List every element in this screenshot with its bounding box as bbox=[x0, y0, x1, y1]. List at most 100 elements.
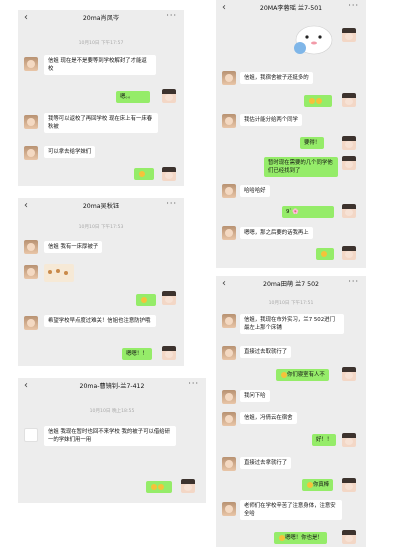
contact-avatar[interactable] bbox=[222, 457, 236, 471]
message-bubble-outgoing[interactable]: 嗯。。 bbox=[116, 91, 150, 103]
emoji-message[interactable] bbox=[316, 248, 334, 260]
emoji-message[interactable] bbox=[134, 168, 154, 180]
chat-title: 20ma肖凤岑 bbox=[82, 15, 120, 22]
contact-avatar[interactable] bbox=[222, 314, 236, 328]
chat-title: 20ma-曹镜钊-兰7-412 bbox=[79, 383, 145, 390]
message-bubble-incoming[interactable]: 信姐 现在是不是要等到学校解封了才能返校 bbox=[44, 55, 156, 75]
message-bubble-outgoing[interactable]: 嗯嗯！你也是！ bbox=[274, 532, 327, 544]
smile-emoji-icon bbox=[306, 481, 313, 488]
contact-avatar[interactable] bbox=[222, 114, 236, 128]
contact-avatar[interactable] bbox=[222, 502, 236, 516]
message-bubble-outgoing[interactable]: 你真棒 bbox=[302, 479, 334, 491]
emoji-message[interactable] bbox=[146, 481, 172, 493]
contact-avatar[interactable] bbox=[24, 265, 38, 279]
self-avatar[interactable] bbox=[342, 367, 356, 381]
self-avatar[interactable] bbox=[342, 246, 356, 260]
self-avatar[interactable] bbox=[342, 530, 356, 544]
chat-header: ‹ 20ma肖凤岑 ··· bbox=[18, 10, 184, 28]
contact-avatar[interactable] bbox=[222, 184, 236, 198]
message-text: 嗯嗯！你也是！ bbox=[285, 535, 323, 541]
smile-emoji-icon bbox=[320, 250, 327, 257]
self-avatar[interactable] bbox=[162, 291, 176, 305]
message-bubble-incoming[interactable]: 信姐 我有一床厚被子 bbox=[44, 241, 103, 253]
message-bubble-incoming[interactable]: 我等可以返校了再回学校 现在床上有一床春秋被 bbox=[44, 113, 158, 133]
message-bubble-incoming[interactable]: 我估计能分给两个同学 bbox=[240, 114, 302, 126]
self-avatar[interactable] bbox=[342, 204, 356, 218]
chat-panel-1: ‹ 20ma肖凤岑 ··· 10月10日 下午17:57 信姐 现在是不是要等到… bbox=[18, 10, 184, 186]
self-avatar[interactable] bbox=[342, 156, 356, 170]
message-bubble-outgoing[interactable]: 暂时现在需要的几个同学他们已经找到了 bbox=[264, 157, 338, 177]
message-bubble-outgoing[interactable]: 嗯嗯！！ bbox=[122, 348, 152, 360]
self-avatar[interactable] bbox=[162, 89, 176, 103]
smile-emoji-icon bbox=[278, 534, 285, 541]
emoji-message[interactable] bbox=[136, 294, 156, 306]
emoji-message[interactable] bbox=[304, 95, 332, 107]
message-bubble-incoming[interactable]: 信姐，我宿舍被子还挺多的 bbox=[240, 72, 313, 84]
self-avatar[interactable] bbox=[342, 433, 356, 447]
message-text: 你真棒 bbox=[313, 482, 330, 488]
message-timestamp: 10月10日 下午17:51 bbox=[268, 301, 314, 306]
message-bubble-incoming[interactable]: 老师们在学校辛苦了注意身体，注意安全哈 bbox=[240, 500, 342, 520]
chat-header: ‹ 20ma吴秋钰 ··· bbox=[18, 198, 184, 216]
message-bubble-incoming[interactable]: 哈哈哈好 bbox=[240, 185, 270, 197]
message-bubble-outgoing[interactable]: 你们寝室有人不 bbox=[276, 369, 329, 381]
contact-avatar[interactable] bbox=[222, 226, 236, 240]
contact-avatar[interactable] bbox=[222, 412, 236, 426]
more-dots-icon[interactable]: ··· bbox=[188, 379, 199, 388]
self-avatar[interactable] bbox=[342, 93, 356, 107]
chat-panel-3: ‹ 20ma-曹镜钊-兰7-412 ··· 10月10日 晚上18:55 信姐 … bbox=[18, 378, 206, 503]
message-bubble-outgoing[interactable]: 好！！ bbox=[312, 434, 337, 446]
smile-emoji-icon bbox=[138, 170, 145, 177]
cartoon-sticker-message[interactable] bbox=[290, 14, 338, 56]
chat-panel-2: ‹ 20ma吴秋钰 ··· 10月10日 下午17:53 信姐 我有一床厚被子 … bbox=[18, 198, 184, 366]
image-message[interactable] bbox=[44, 264, 74, 282]
message-bubble-incoming[interactable]: 直接过去拿就行了 bbox=[240, 457, 292, 469]
message-bubble-outgoing[interactable]: 要得！ bbox=[300, 137, 325, 149]
contact-avatar[interactable] bbox=[24, 240, 38, 254]
smile-emoji-icon bbox=[280, 371, 287, 378]
message-text: 你们寝室有人不 bbox=[287, 372, 325, 378]
image-detail bbox=[48, 270, 52, 274]
smile-emoji-icon bbox=[140, 296, 147, 303]
contact-avatar[interactable] bbox=[222, 390, 236, 404]
chat-title: 20ma吴秋钰 bbox=[82, 203, 120, 210]
contact-avatar[interactable] bbox=[222, 71, 236, 85]
smile-emoji-icon bbox=[157, 483, 164, 490]
more-dots-icon[interactable]: ··· bbox=[348, 277, 359, 286]
message-bubble-incoming[interactable]: 希望学校早点度过难关！信姐也注意防护哦 bbox=[44, 315, 156, 327]
chat-title: 20MA李蓉瑶 兰7-501 bbox=[259, 5, 323, 12]
message-bubble-incoming[interactable]: 可以拿去给学妹们 bbox=[44, 146, 96, 158]
message-bubble-incoming[interactable]: 直接过去取就行了 bbox=[240, 346, 292, 358]
smile-emoji-icon bbox=[308, 97, 315, 104]
contact-avatar[interactable] bbox=[222, 346, 236, 360]
message-bubble-outgoing[interactable]: 9`🌸 bbox=[282, 206, 334, 218]
contact-avatar[interactable] bbox=[24, 115, 38, 129]
self-avatar[interactable] bbox=[342, 136, 356, 150]
more-dots-icon[interactable]: ··· bbox=[348, 1, 359, 10]
message-bubble-incoming[interactable]: 信姐 我现在暂时也回不来学校 我的被子可以借给研一的学妹们用一用 bbox=[44, 426, 176, 446]
message-bubble-incoming[interactable]: 信姐，我现在市外实习，兰7 502进门最左上那个床铺 bbox=[240, 314, 344, 334]
more-dots-icon[interactable]: ··· bbox=[166, 199, 177, 208]
contact-avatar[interactable] bbox=[24, 316, 38, 330]
self-avatar[interactable] bbox=[342, 478, 356, 492]
message-timestamp: 10月10日 晚上18:55 bbox=[89, 409, 135, 414]
chat-title: 20ma田萌 兰7 502 bbox=[263, 281, 319, 288]
message-timestamp: 10月10日 下午17:53 bbox=[78, 225, 124, 230]
image-detail bbox=[56, 269, 60, 273]
chat-header: ‹ 20ma田萌 兰7 502 ··· bbox=[216, 276, 366, 294]
chat-panel-4: ‹ 20MA李蓉瑶 兰7-501 ··· 信姐，我宿舍被子还挺多的 我估计能分给… bbox=[216, 0, 366, 268]
smile-emoji-icon bbox=[150, 483, 157, 490]
self-avatar[interactable] bbox=[162, 167, 176, 181]
chat-panel-5: ‹ 20ma田萌 兰7 502 ··· 10月10日 下午17:51 信姐，我现… bbox=[216, 276, 366, 547]
contact-avatar[interactable] bbox=[24, 146, 38, 160]
contact-avatar[interactable] bbox=[24, 57, 38, 71]
message-timestamp: 10月10日 下午17:57 bbox=[78, 41, 124, 46]
message-bubble-incoming[interactable]: 信姐，冯倩云在宿舍 bbox=[240, 412, 297, 424]
self-avatar[interactable] bbox=[342, 28, 356, 42]
message-bubble-incoming[interactable]: 我问下哈 bbox=[240, 390, 270, 402]
self-avatar[interactable] bbox=[181, 479, 195, 493]
contact-avatar[interactable] bbox=[24, 428, 38, 442]
message-bubble-incoming[interactable]: 嗯嗯，那之后要的话我再上 bbox=[240, 227, 313, 239]
more-dots-icon[interactable]: ··· bbox=[166, 11, 177, 20]
self-avatar[interactable] bbox=[162, 346, 176, 360]
